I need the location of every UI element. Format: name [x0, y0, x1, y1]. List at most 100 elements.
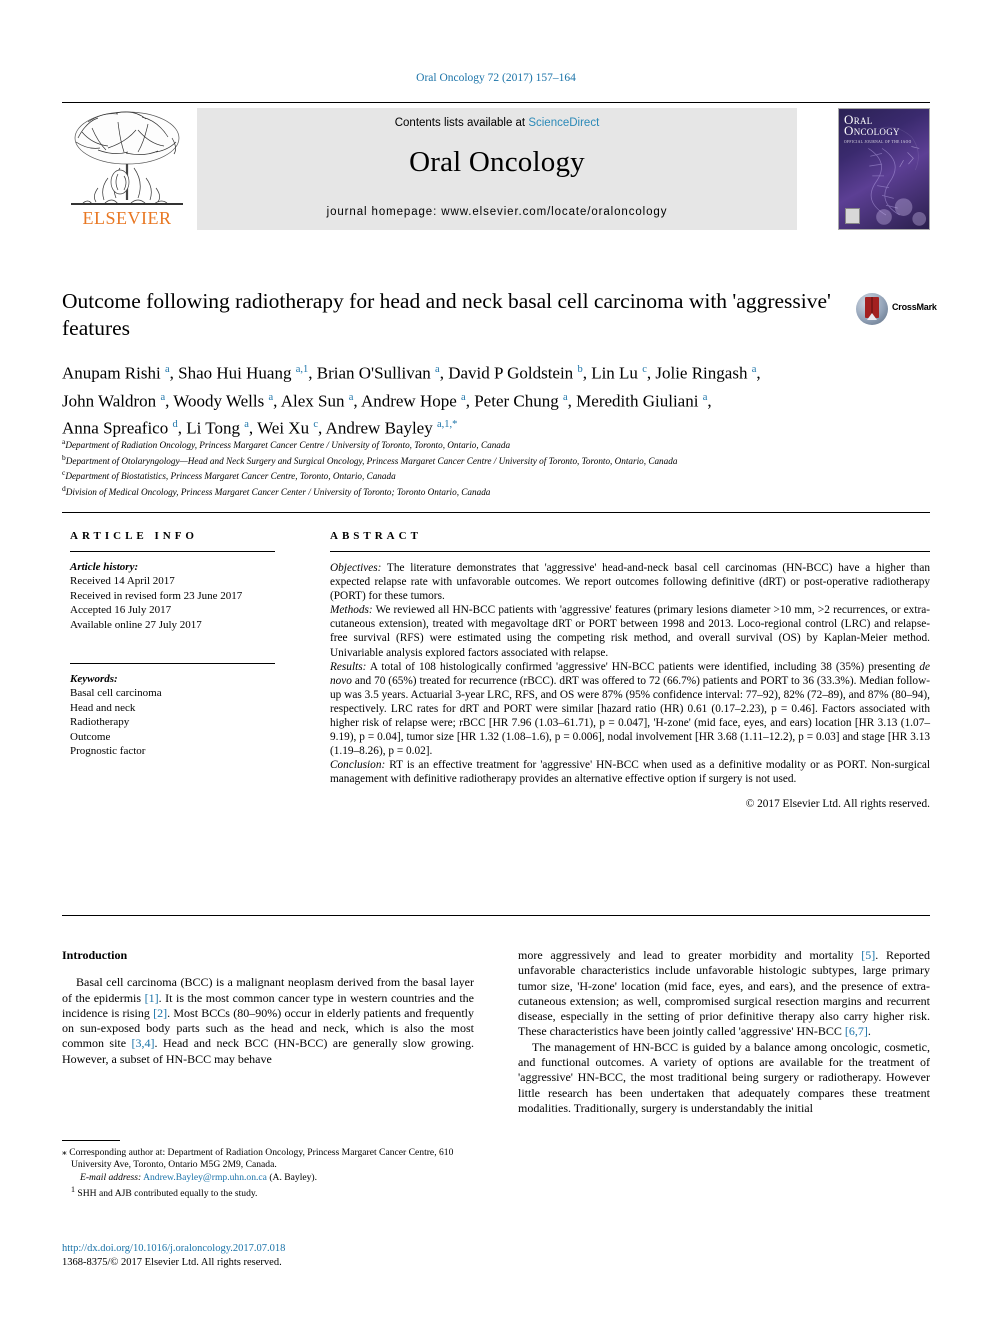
- cover-title-line1: RAL: [853, 116, 873, 126]
- affiliation-text: Department of Biostatistics, Princess Ma…: [65, 471, 396, 482]
- contents-prefix: Contents lists available at: [394, 117, 529, 129]
- footnote-section: ⁎ Corresponding author at: Department of…: [62, 1140, 474, 1201]
- citation-3-4[interactable]: [3,4]: [132, 1036, 155, 1050]
- abstract-body: Objectives: The literature demonstrates …: [330, 561, 930, 811]
- keywords-block: Keywords: Basal cell carcinoma Head and …: [70, 672, 285, 758]
- keyword-item: Basal cell carcinoma: [70, 687, 162, 700]
- results-text-a: A total of 108 histologically confirmed …: [366, 660, 920, 673]
- intro-paragraph-1: Basal cell carcinoma (BCC) is a malignan…: [62, 975, 474, 1067]
- history-item: Received in revised form 23 June 2017: [70, 589, 243, 602]
- affiliation-text: Department of Otolaryngology—Head and Ne…: [65, 455, 678, 466]
- methods-text: We reviewed all HN-BCC patients with 'ag…: [330, 604, 930, 659]
- citation-6-7[interactable]: [6,7]: [845, 1024, 868, 1038]
- doi-link[interactable]: http://dx.doi.org/10.1016/j.oraloncology…: [62, 1242, 492, 1256]
- author-line-1: Anupam Rishi a, Shao Hui Huang a,1, Bria…: [62, 363, 761, 383]
- crossmark-label: CrossMark: [892, 302, 937, 312]
- footnote-corresponding-text: Corresponding author at: Department of R…: [66, 1147, 454, 1171]
- author-list: Anupam Rishi a, Shao Hui Huang a,1, Bria…: [62, 358, 930, 441]
- keyword-item: Radiotherapy: [70, 716, 130, 729]
- conclusion-label: Conclusion:: [330, 759, 386, 772]
- intro-paragraph-1-cont: more aggressively and lead to greater mo…: [518, 948, 930, 1040]
- info-band-top-rule: [62, 512, 930, 513]
- abstract-conclusion: Conclusion: RT is an effective treatment…: [330, 758, 930, 786]
- keyword-item: Head and neck: [70, 701, 136, 714]
- keywords-label: Keywords:: [70, 673, 118, 686]
- keywords-rule: [70, 663, 275, 665]
- body-column-right: more aggressively and lead to greater mo…: [518, 948, 930, 1116]
- affiliation-text: Department of Radiation Oncology, Prince…: [65, 440, 511, 451]
- body-column-left: Introduction Basal cell carcinoma (BCC) …: [62, 948, 474, 1067]
- cover-subtitle: OFFICIAL JOURNAL OF THE IAOO: [844, 140, 912, 144]
- email-suffix: (A. Bayley).: [266, 1171, 318, 1183]
- footnote-equal-contribution: 1 SHH and AJB contributed equally to the…: [62, 1184, 474, 1201]
- article-info-rule: [70, 551, 275, 552]
- objectives-text: The literature demonstrates that 'aggres…: [330, 562, 930, 603]
- masthead-center-band: Contents lists available at ScienceDirec…: [197, 108, 797, 230]
- keyword-item: Outcome: [70, 730, 111, 743]
- article-info-section: ARTICLE INFO Article history: Received 1…: [70, 530, 285, 758]
- journal-name: Oral Oncology: [409, 146, 585, 178]
- elsevier-tree-icon: [71, 111, 183, 205]
- masthead-top-rule: [62, 102, 930, 103]
- history-item: Received 14 April 2017: [70, 575, 175, 588]
- abstract-results: Results: A total of 108 histologically c…: [330, 660, 930, 759]
- journal-homepage[interactable]: journal homepage: www.elsevier.com/locat…: [197, 206, 797, 218]
- keyword-item: Prognostic factor: [70, 745, 146, 758]
- affiliation-item: dDivision of Medical Oncology, Princess …: [62, 483, 491, 498]
- results-label: Results:: [330, 660, 367, 673]
- methods-label: Methods:: [330, 604, 373, 617]
- affiliation-item: bDepartment of Otolaryngology—Head and N…: [62, 452, 678, 466]
- abstract-copyright: © 2017 Elsevier Ltd. All rights reserved…: [745, 797, 930, 810]
- issn-copyright-line: 1368-8375/© 2017 Elsevier Ltd. All right…: [62, 1256, 282, 1268]
- crossmark-arrow-icon: [867, 313, 877, 320]
- citation-5[interactable]: [5]: [861, 948, 875, 962]
- cover-title-line2: NCOLOGY: [853, 127, 900, 137]
- page-title: Outcome following radiotherapy for head …: [62, 289, 831, 340]
- article-history-label: Article history:: [70, 561, 139, 573]
- objectives-label: Objectives:: [330, 562, 382, 574]
- citation-2[interactable]: [2]: [153, 1006, 167, 1020]
- affiliation-list: aDepartment of Radiation Oncology, Princ…: [62, 436, 930, 499]
- journal-article-page: Oral Oncology 72 (2017) 157–164 ELSEVIER…: [0, 0, 992, 1323]
- footnote-note-text: SHH and AJB contributed equally to the s…: [75, 1188, 258, 1200]
- conclusion-text: RT is an effective treatment for 'aggres…: [330, 759, 930, 786]
- crossmark-badge[interactable]: CrossMark: [856, 293, 937, 327]
- intro-paragraph-2: The management of HN-BCC is guided by a …: [518, 1039, 930, 1115]
- footnote-rule: [62, 1140, 120, 1141]
- sciencedirect-line: Contents lists available at ScienceDirec…: [197, 117, 797, 129]
- introduction-heading: Introduction: [62, 948, 128, 962]
- elsevier-wordmark: ELSEVIER: [82, 208, 172, 228]
- affiliation-item: cDepartment of Biostatistics, Princess M…: [62, 468, 396, 482]
- crossmark-icon: [856, 293, 888, 325]
- footnote-body: ⁎ Corresponding author at: Department of…: [62, 1147, 474, 1201]
- elsevier-logo: ELSEVIER: [62, 108, 192, 230]
- abstract-rule: [330, 551, 930, 552]
- history-item: Available online 27 July 2017: [70, 618, 202, 631]
- intro-right-text-c: .: [867, 1024, 871, 1039]
- history-item: Accepted 16 July 2017: [70, 604, 172, 617]
- results-text-b: and 70 (65%) treated for recurrence (rBC…: [330, 674, 930, 758]
- email-link[interactable]: Andrew.Bayley@rmp.uhn.on.ca: [143, 1172, 267, 1183]
- journal-masthead: ELSEVIER Contents lists available at Sci…: [62, 108, 930, 230]
- cover-title: ORAL ONCOLOGY OFFICIAL JOURNAL OF THE IA…: [844, 113, 912, 147]
- affiliation-text: Division of Medical Oncology, Princess M…: [65, 487, 491, 498]
- footnote-corresponding: ⁎ Corresponding author at: Department of…: [62, 1147, 474, 1172]
- article-info-heading: ARTICLE INFO: [70, 530, 198, 542]
- journal-cover-thumbnail[interactable]: ORAL ONCOLOGY OFFICIAL JOURNAL OF THE IA…: [838, 108, 930, 230]
- footnote-email: E-mail address: Andrew.Bayley@rmp.uhn.on…: [62, 1172, 474, 1184]
- author-line-2: John Waldron a, Woody Wells a, Alex Sun …: [62, 391, 712, 411]
- doi-block: http://dx.doi.org/10.1016/j.oraloncology…: [62, 1242, 492, 1269]
- email-label: E-mail address:: [80, 1171, 142, 1183]
- affiliation-item: aDepartment of Radiation Oncology, Princ…: [62, 437, 511, 451]
- running-head: Oral Oncology 72 (2017) 157–164: [416, 72, 576, 84]
- info-band-bottom-rule: [62, 915, 930, 916]
- abstract-heading: ABSTRACT: [330, 530, 422, 542]
- abstract-section: ABSTRACT Objectives: The literature demo…: [330, 530, 930, 811]
- intro-right-text-a: more aggressively and lead to greater mo…: [518, 948, 862, 962]
- citation-1[interactable]: [1]: [145, 991, 159, 1005]
- cover-barcode-badge: [845, 208, 860, 224]
- abstract-objectives: Objectives: The literature demonstrates …: [330, 561, 930, 603]
- sciencedirect-link[interactable]: ScienceDirect: [528, 117, 599, 129]
- article-history-block: Article history: Received 14 April 2017 …: [70, 560, 285, 632]
